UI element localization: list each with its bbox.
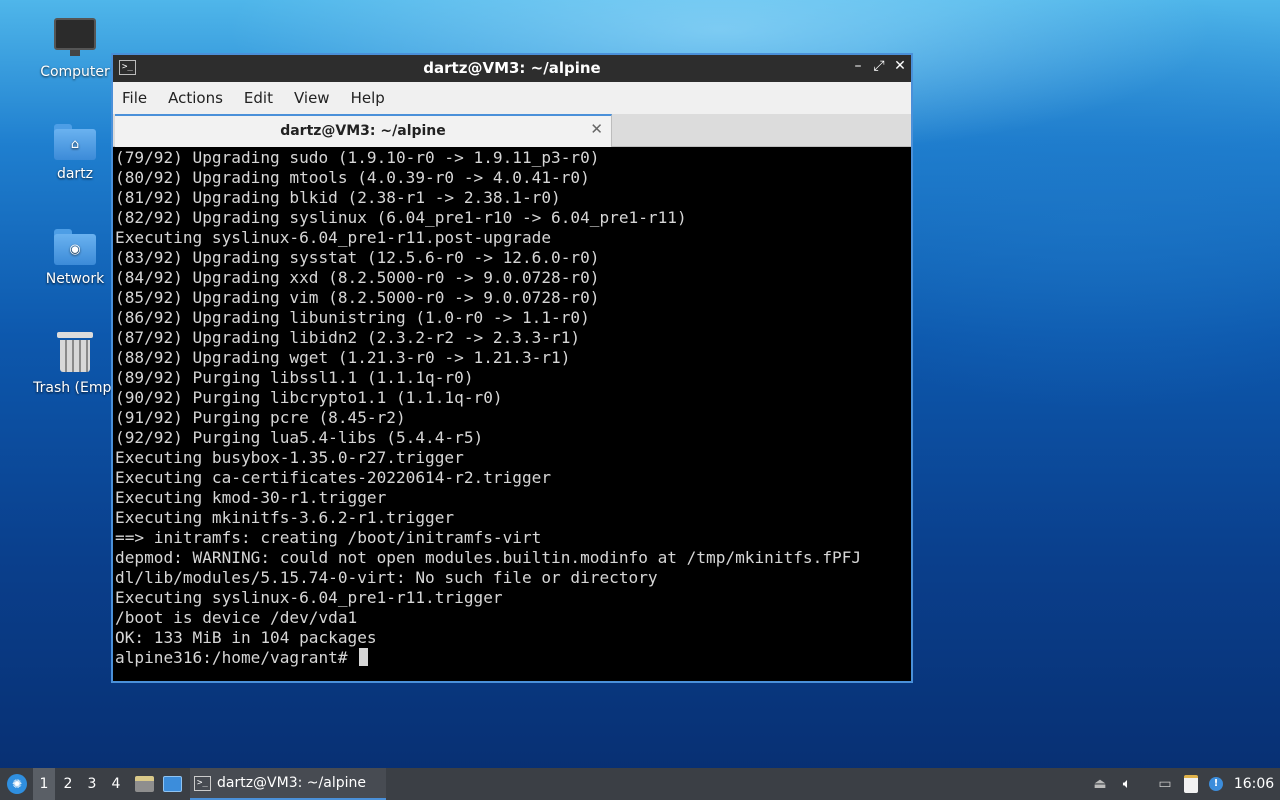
terminal-line: Executing kmod-30-r1.trigger: [115, 488, 387, 507]
terminal-line: Executing busybox-1.35.0-r27.trigger: [115, 448, 464, 467]
eject-icon[interactable]: ⏏: [1089, 768, 1111, 800]
terminal-task-icon: >_: [194, 775, 211, 791]
task-label: dartz@VM3: ~/alpine: [217, 775, 366, 791]
terminal-line: (89/92) Purging libssl1.1 (1.1.1q-r0): [115, 368, 474, 387]
computer-icon: [54, 18, 96, 56]
maximize-button[interactable]: ⤢: [870, 58, 888, 74]
tab-label: dartz@VM3: ~/alpine: [280, 123, 446, 139]
terminal-line: (80/92) Upgrading mtools (4.0.39-r0 -> 4…: [115, 168, 590, 187]
network-folder-icon: ◉: [54, 229, 96, 265]
window-titlebar[interactable]: >_ dartz@VM3: ~/alpine – ⤢ ✕: [113, 55, 911, 82]
terminal-line: /boot is device /dev/vda1: [115, 608, 358, 627]
terminal-line: (91/92) Purging pcre (8.45-r2): [115, 408, 406, 427]
clipboard-icon[interactable]: [1180, 768, 1202, 800]
terminal-line: Executing syslinux-6.04_pre1-r11.post-up…: [115, 228, 552, 247]
workspace-1[interactable]: 1: [33, 768, 55, 800]
volume-icon[interactable]: 🔈︎: [1116, 768, 1138, 800]
terminal-line: ==> initramfs: creating /boot/initramfs-…: [115, 528, 542, 547]
home-folder-icon: ⌂: [54, 124, 96, 160]
terminal-line: (83/92) Upgrading sysstat (12.5.6-r0 -> …: [115, 248, 600, 267]
file-manager-launcher[interactable]: [133, 768, 155, 800]
start-menu-button[interactable]: ✺: [4, 768, 30, 800]
close-button[interactable]: ✕: [891, 58, 909, 74]
terminal-line: dl/lib/modules/5.15.74-0-virt: No such f…: [115, 568, 658, 587]
file-manager-icon: [134, 776, 154, 792]
terminal-line: (82/92) Upgrading syslinux (6.04_pre1-r1…: [115, 208, 687, 227]
tab-bar: dartz@VM3: ~/alpine ✕: [113, 114, 911, 147]
trash-icon: [57, 332, 93, 372]
menu-help[interactable]: Help: [351, 87, 385, 109]
terminal-output[interactable]: (79/92) Upgrading sudo (1.9.10-r0 -> 1.9…: [113, 147, 911, 681]
tab-close-icon[interactable]: ✕: [590, 120, 603, 138]
terminal-line: depmod: WARNING: could not open modules.…: [115, 548, 862, 567]
terminal-window: >_ dartz@VM3: ~/alpine – ⤢ ✕ File Action…: [111, 53, 913, 683]
terminal-line: (85/92) Upgrading vim (8.2.5000-r0 -> 9.…: [115, 288, 600, 307]
minimize-button[interactable]: –: [849, 58, 867, 74]
menu-edit[interactable]: Edit: [244, 87, 273, 109]
start-menu-icon: ✺: [7, 774, 27, 794]
terminal-line: (88/92) Upgrading wget (1.21.3-r0 -> 1.2…: [115, 348, 571, 367]
workspace-2[interactable]: 2: [57, 768, 79, 800]
update-notifier-icon[interactable]: !: [1205, 768, 1227, 800]
workspace-3[interactable]: 3: [81, 768, 103, 800]
menu-file[interactable]: File: [122, 87, 147, 109]
terminal-line: Executing mkinitfs-3.6.2-r1.trigger: [115, 508, 455, 527]
terminal-prompt: alpine316:/home/vagrant#: [115, 648, 358, 667]
menu-bar: File Actions Edit View Help: [113, 82, 911, 114]
terminal-line: (81/92) Upgrading blkid (2.38-r1 -> 2.38…: [115, 188, 561, 207]
text-cursor: [359, 648, 369, 666]
taskbar: ✺ 1 2 3 4 >_ dartz@VM3: ~/alpine ⏏ 🔈︎ ▭ …: [0, 768, 1280, 800]
clock[interactable]: 16:06: [1232, 768, 1276, 800]
network-status-icon[interactable]: ▭: [1154, 768, 1176, 800]
terminal-line: (90/92) Purging libcrypto1.1 (1.1.1q-r0): [115, 388, 503, 407]
terminal-line: (79/92) Upgrading sudo (1.9.10-r0 -> 1.9…: [115, 148, 600, 167]
workspace-4[interactable]: 4: [105, 768, 127, 800]
terminal-line: Executing ca-certificates-20220614-r2.tr…: [115, 468, 552, 487]
terminal-line: (84/92) Upgrading xxd (8.2.5000-r0 -> 9.…: [115, 268, 600, 287]
terminal-line: Executing syslinux-6.04_pre1-r11.trigger: [115, 588, 503, 607]
terminal-prompt-line[interactable]: alpine316:/home/vagrant#: [115, 648, 911, 668]
show-desktop-launcher[interactable]: [161, 768, 183, 800]
terminal-line: (87/92) Upgrading libidn2 (2.3.2-r2 -> 2…: [115, 328, 581, 347]
tab-terminal[interactable]: dartz@VM3: ~/alpine ✕: [115, 114, 612, 147]
menu-view[interactable]: View: [294, 87, 330, 109]
terminal-line: (92/92) Purging lua5.4-libs (5.4.4-r5): [115, 428, 484, 447]
taskbar-task-terminal[interactable]: >_ dartz@VM3: ~/alpine: [190, 768, 386, 800]
menu-actions[interactable]: Actions: [168, 87, 223, 109]
terminal-line: OK: 133 MiB in 104 packages: [115, 628, 377, 647]
terminal-line: (86/92) Upgrading libunistring (1.0-r0 -…: [115, 308, 590, 327]
desktop-icon: [162, 776, 182, 792]
window-title: dartz@VM3: ~/alpine: [423, 59, 601, 77]
